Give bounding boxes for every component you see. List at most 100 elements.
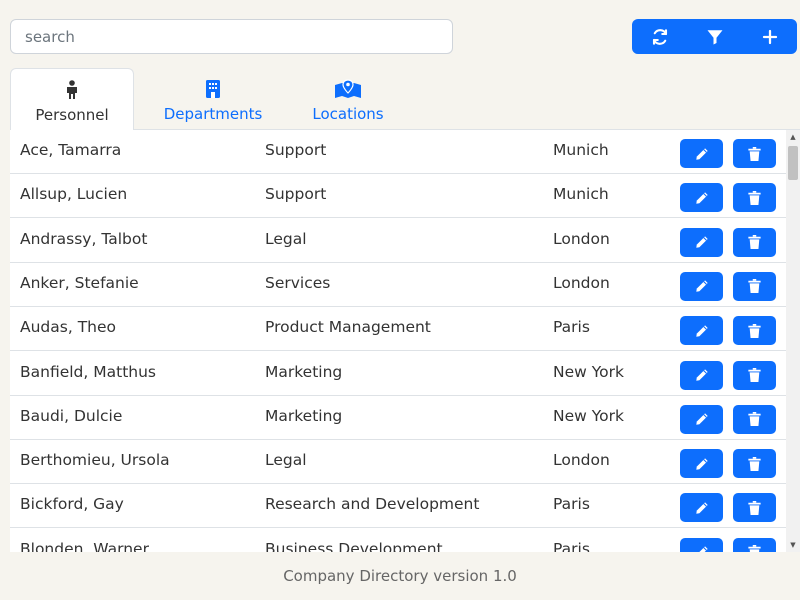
filter-icon xyxy=(707,29,722,44)
add-button[interactable] xyxy=(742,19,797,54)
delete-button[interactable] xyxy=(733,493,776,523)
personnel-name: Bickford, Gay xyxy=(20,495,124,514)
personnel-name: Berthomieu, Ursola xyxy=(20,451,170,470)
personnel-name: Banfield, Matthus xyxy=(20,362,157,381)
personnel-department: Marketing xyxy=(265,406,343,425)
personnel-location: London xyxy=(553,229,610,248)
top-bar xyxy=(0,0,800,66)
personnel-department: Support xyxy=(265,185,327,204)
table-row: Bickford, Gay Research and Development Par… xyxy=(10,484,786,529)
search-input[interactable] xyxy=(10,19,453,54)
personnel-location: Munich xyxy=(553,141,609,159)
tab-departments-label: Departments xyxy=(163,105,263,123)
table-row: Baudi, Dulcie Marketing New York xyxy=(10,396,786,440)
personnel-department: Support xyxy=(265,141,327,159)
table-row: Anker, Stefanie Services London xyxy=(10,263,786,307)
building-icon xyxy=(205,78,221,100)
delete-button[interactable] xyxy=(733,404,776,434)
pencil-icon xyxy=(695,369,708,381)
edit-button[interactable] xyxy=(680,227,723,257)
scroll-down-arrow[interactable]: ▼ xyxy=(786,538,800,552)
edit-button[interactable] xyxy=(680,139,723,168)
edit-button[interactable] xyxy=(680,271,723,301)
table-row: Blonden, Warner Business Development Paris xyxy=(10,529,786,552)
table-row: Ace, Tamarra Support Munich xyxy=(10,130,786,174)
table-row: Allsup, Lucien Support Munich xyxy=(10,174,786,219)
table-row: Audas, Theo Product Management Paris xyxy=(10,307,786,352)
scroll-thumb[interactable] xyxy=(788,146,798,180)
edit-button[interactable] xyxy=(680,183,723,213)
trash-icon xyxy=(748,323,761,338)
personnel-name: Ace, Tamarra xyxy=(20,141,122,159)
action-button-group xyxy=(632,19,797,54)
personnel-name: Blonden, Warner xyxy=(20,539,149,552)
table-row: Andrassy, Talbot Legal London xyxy=(10,219,786,263)
edit-button[interactable] xyxy=(680,537,723,552)
delete-button[interactable] xyxy=(733,360,776,390)
personnel-location: Paris xyxy=(553,539,590,552)
edit-button[interactable] xyxy=(680,449,723,479)
personnel-location: London xyxy=(553,273,610,292)
trash-icon xyxy=(748,235,761,250)
delete-button[interactable] xyxy=(733,183,776,213)
delete-button[interactable] xyxy=(733,271,776,301)
personnel-location: Munich xyxy=(553,185,609,204)
personnel-name: Andrassy, Talbot xyxy=(20,229,148,248)
pencil-icon xyxy=(695,236,708,248)
personnel-department: Marketing xyxy=(265,362,343,381)
delete-button[interactable] xyxy=(733,449,776,479)
trash-icon xyxy=(748,500,761,515)
personnel-department: Business Development xyxy=(265,539,443,552)
personnel-department: Services xyxy=(265,273,331,292)
pencil-icon xyxy=(695,502,708,514)
personnel-name: Baudi, Dulcie xyxy=(20,406,123,425)
pencil-icon xyxy=(695,457,708,470)
delete-button[interactable] xyxy=(733,227,776,257)
trash-icon xyxy=(748,545,761,552)
scrollbar[interactable]: ▲ ▼ xyxy=(786,130,800,552)
pencil-icon xyxy=(695,192,708,204)
pencil-icon xyxy=(695,147,708,160)
footer-version-text: Company Directory version 1.0 xyxy=(283,567,517,585)
trash-icon xyxy=(748,146,761,161)
edit-button[interactable] xyxy=(680,360,723,390)
personnel-name: Allsup, Lucien xyxy=(20,185,128,204)
delete-button[interactable] xyxy=(733,316,776,346)
personnel-department: Legal xyxy=(265,229,307,248)
pencil-icon xyxy=(695,413,708,425)
filter-button[interactable] xyxy=(687,19,742,54)
plus-icon xyxy=(762,29,777,44)
personnel-location: London xyxy=(553,451,610,470)
trash-icon xyxy=(748,412,761,427)
edit-button[interactable] xyxy=(680,404,723,434)
edit-button[interactable] xyxy=(680,493,723,523)
tab-locations[interactable]: Locations xyxy=(300,68,396,130)
personnel-name: Audas, Theo xyxy=(20,318,117,337)
tab-departments[interactable]: Departments xyxy=(150,68,276,130)
personnel-table[interactable]: Ace, Tamarra Support Munich Allsup, Lucien S… xyxy=(10,130,800,552)
personnel-location: New York xyxy=(553,362,624,381)
personnel-location: Paris xyxy=(553,495,590,514)
tab-locations-label: Locations xyxy=(312,105,384,123)
personnel-name: Anker, Stefanie xyxy=(20,273,139,292)
personnel-location: New York xyxy=(553,406,624,425)
scroll-up-arrow[interactable]: ▲ xyxy=(786,130,800,144)
tab-personnel-label: Personnel xyxy=(35,106,109,124)
refresh-button[interactable] xyxy=(632,19,687,54)
trash-icon xyxy=(748,279,761,294)
pencil-icon xyxy=(699,546,708,552)
map-location-icon xyxy=(334,78,362,100)
personnel-department: Product Management xyxy=(265,318,431,337)
tab-personnel[interactable]: Personnel xyxy=(10,68,134,130)
pencil-icon xyxy=(695,325,708,337)
table-row: Berthomieu, Ursola Legal London xyxy=(10,440,786,485)
table-row: Banfield, Matthus Marketing New York xyxy=(10,352,786,396)
edit-button[interactable] xyxy=(680,316,723,346)
delete-button[interactable] xyxy=(733,537,776,552)
person-icon xyxy=(65,79,79,101)
personnel-location: Paris xyxy=(553,318,590,337)
trash-icon xyxy=(748,456,761,471)
footer: Company Directory version 1.0 xyxy=(0,552,800,600)
delete-button[interactable] xyxy=(733,139,776,168)
trash-icon xyxy=(748,190,761,205)
